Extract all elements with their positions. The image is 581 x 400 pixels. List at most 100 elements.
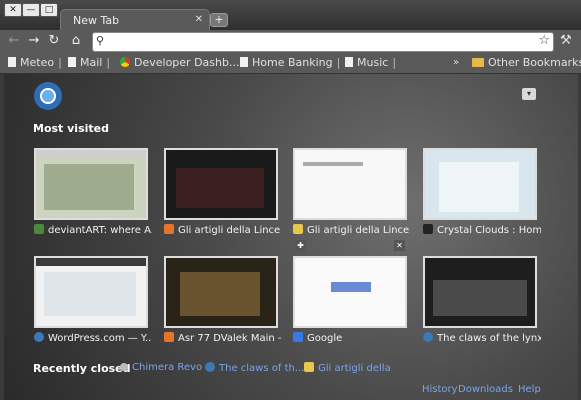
other-bookmarks-label: Other Bookmarks	[488, 56, 581, 69]
recently-closed-item[interactable]: The claws of th...	[205, 362, 304, 374]
caption-text: Asr 77 DValek Main -...	[178, 333, 282, 344]
bookmark-label: Developer Dashb...	[134, 56, 240, 69]
forward-icon[interactable]: →	[26, 33, 42, 49]
tab-title: New Tab	[73, 14, 120, 27]
thumbnail-caption[interactable]: deviantART: where A...	[34, 224, 152, 236]
thumbnail-caption[interactable]: Google	[293, 332, 411, 344]
chrome-icon	[120, 57, 130, 67]
thumbnail-caption[interactable]: Crystal Clouds : Hom...	[423, 224, 541, 236]
thumbnail-caption[interactable]: The claws of the lynx	[423, 332, 541, 344]
crystal-clouds-icon	[423, 224, 433, 234]
thumbnail-deviantart[interactable]	[34, 148, 148, 220]
thumbnail-crystal-clouds[interactable]	[423, 148, 537, 220]
thumbnail-content	[180, 272, 260, 316]
minimize-window-button[interactable]: —	[22, 3, 40, 17]
bookmark-star-icon[interactable]: ☆	[538, 33, 550, 48]
page-icon	[240, 57, 248, 67]
thumbnail-caption[interactable]: Asr 77 DValek Main -...	[164, 332, 282, 344]
caption-text: Gli artigli della Lince	[178, 225, 281, 236]
close-window-button[interactable]: ✕	[4, 3, 22, 17]
recently-closed-label: The claws of th...	[219, 363, 305, 374]
wordpress-icon	[205, 362, 215, 372]
reload-icon[interactable]: ↻	[46, 33, 62, 49]
bookmarks-bar: Meteo | Mail | Developer Dashb... Home Ban…	[0, 54, 581, 74]
bookmark-label: Meteo	[20, 56, 55, 69]
chrome-logo-icon	[34, 82, 62, 110]
page-icon	[8, 57, 16, 67]
toolbar: ← → ↻ ⌂ ⚲ ☆	[0, 30, 581, 54]
recently-closed-heading: Recently closed	[33, 362, 131, 375]
bookmark-separator: |	[106, 56, 111, 69]
address-input[interactable]	[111, 34, 535, 50]
bookmark-separator: |	[58, 56, 62, 69]
caption-text: The claws of the lynx	[437, 333, 541, 344]
deviantart-icon	[34, 224, 44, 234]
wordpress-icon	[34, 332, 44, 342]
wrench-icon[interactable]: ⚒	[560, 33, 572, 48]
google-icon	[293, 332, 303, 342]
tab-new-tab[interactable]: New Tab ✕	[60, 9, 210, 32]
bookmark-developer-dashboard[interactable]: Developer Dashb...	[120, 56, 239, 71]
thumbnail-content	[433, 280, 527, 316]
bookmark-label: Music	[357, 56, 389, 69]
blogger-icon	[164, 224, 174, 234]
thumbnail-claws-of-the-lynx[interactable]	[423, 256, 537, 328]
caption-text: deviantART: where A...	[48, 225, 152, 236]
thumbnail-wordpress[interactable]	[34, 256, 148, 328]
caption-text: Gli artigli della Lince ...	[307, 225, 411, 236]
page-icon	[345, 57, 353, 67]
downloads-link[interactable]: Downloads	[458, 384, 513, 395]
caption-text: Google	[307, 333, 343, 344]
help-link[interactable]: Help	[518, 384, 541, 395]
bookmark-music[interactable]: Music |	[345, 56, 396, 71]
new-tab-page: ▾ Most visited deviantART: where A... Gl…	[4, 74, 578, 400]
page-favicon-icon	[120, 363, 128, 371]
maximize-window-button[interactable]: □	[40, 3, 58, 17]
other-bookmarks[interactable]: Other Bookmarks	[472, 56, 581, 71]
recently-closed-label: Chimera Revo	[132, 362, 203, 373]
thumbnail-asr77[interactable]	[164, 256, 278, 328]
pin-icon[interactable]: ✚	[295, 240, 306, 251]
bookmark-separator: |	[336, 56, 341, 69]
browser-window: ✕ — □ New Tab ✕ + ← → ↻ ⌂ ⚲ ☆ ⚒ Meteo | M…	[0, 0, 581, 400]
omnibox[interactable]: ⚲ ☆	[92, 32, 554, 52]
recently-closed-item[interactable]: Gli artigli della	[304, 362, 391, 374]
bookmark-meteo[interactable]: Meteo |	[8, 56, 62, 71]
thumbnail-content	[44, 164, 134, 210]
title-bar: ✕ — □ New Tab ✕ +	[0, 0, 581, 32]
asr77-icon	[164, 332, 174, 342]
thumbnail-gli-artigli-1[interactable]	[164, 148, 278, 220]
back-icon[interactable]: ←	[6, 33, 22, 49]
caption-text: Crystal Clouds : Hom...	[437, 225, 541, 236]
page-menu-button[interactable]: ▾	[522, 88, 536, 100]
thumbnail-header	[36, 258, 146, 266]
thumbnail-caption[interactable]: Gli artigli della Lince	[164, 224, 282, 236]
thumbnail-content	[303, 162, 363, 166]
caption-text: WordPress.com — Y...	[48, 333, 152, 344]
bookmark-label: Mail	[80, 56, 103, 69]
bookmark-home-banking[interactable]: Home Banking |	[240, 56, 340, 71]
page-favicon-icon	[304, 362, 314, 372]
page-favicon-icon	[293, 224, 303, 234]
recently-closed-label: Gli artigli della	[318, 363, 391, 374]
thumbnail-content	[331, 282, 371, 292]
remove-thumbnail-icon[interactable]: ✕	[394, 240, 405, 251]
page-icon	[68, 57, 76, 67]
thumbnail-content	[439, 162, 519, 212]
thumbnail-content	[176, 168, 264, 208]
most-visited-heading: Most visited	[33, 122, 109, 135]
bookmark-mail[interactable]: Mail |	[68, 56, 110, 71]
bookmarks-overflow-icon[interactable]: »	[453, 57, 459, 68]
home-icon[interactable]: ⌂	[68, 33, 84, 49]
bookmark-separator: |	[392, 56, 397, 69]
new-tab-button[interactable]: +	[210, 13, 228, 27]
history-link[interactable]: History	[422, 384, 458, 395]
thumbnail-google[interactable]	[293, 256, 407, 328]
search-icon: ⚲	[96, 34, 105, 47]
recently-closed-item[interactable]: Chimera Revo	[120, 362, 202, 373]
thumbnail-caption[interactable]: WordPress.com — Y...	[34, 332, 152, 344]
folder-icon	[472, 58, 484, 67]
thumbnail-gli-artigli-2[interactable]	[293, 148, 407, 220]
tab-close-icon[interactable]: ✕	[195, 14, 203, 25]
thumbnail-caption[interactable]: Gli artigli della Lince ...	[293, 224, 411, 236]
